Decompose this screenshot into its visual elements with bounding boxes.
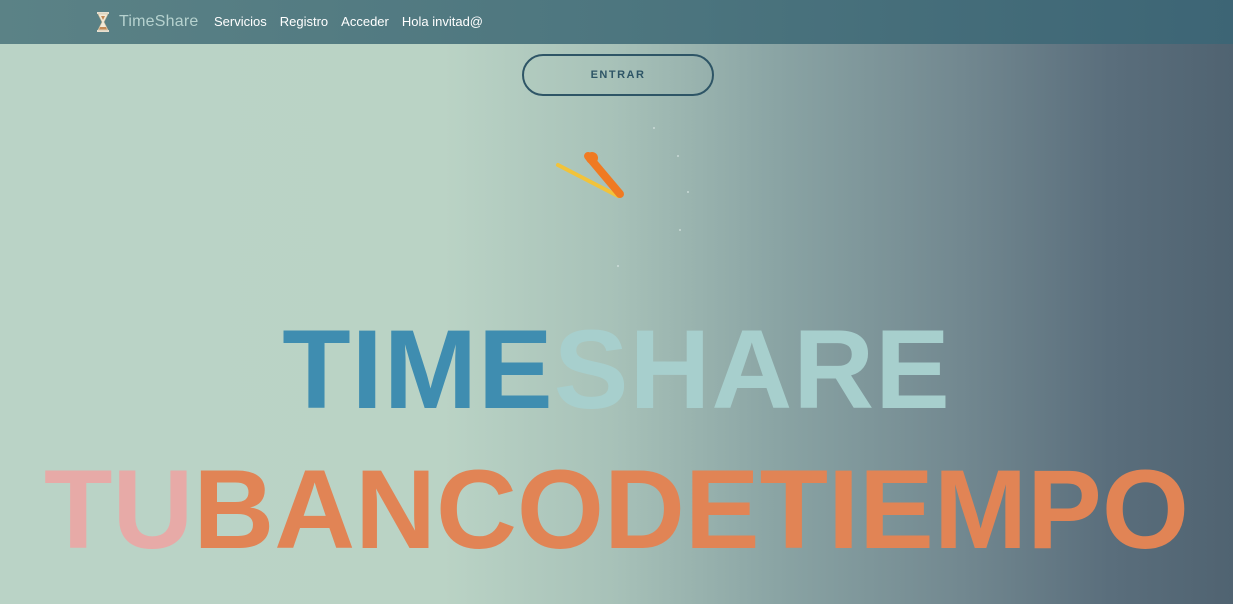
- nav-acceder[interactable]: Acceder: [341, 14, 389, 29]
- hero-title-share: SHARE: [553, 307, 951, 432]
- brand-link[interactable]: TimeShare: [96, 9, 198, 35]
- nav-links: Servicios Registro Acceder Hola invitad@: [214, 12, 483, 30]
- nav-registro[interactable]: Registro: [280, 14, 328, 29]
- shooting-star-icon: [556, 127, 689, 267]
- hero-title: TIMESHARE: [0, 314, 1233, 426]
- top-navbar: TimeShare Servicios Registro Acceder Hol…: [0, 0, 1233, 44]
- nav-servicios[interactable]: Servicios: [214, 14, 267, 29]
- enter-button[interactable]: ENTRAR: [522, 54, 714, 96]
- hourglass-icon: [97, 12, 109, 32]
- hero-subtitle-bank: BANCODETIEMPO: [193, 447, 1189, 572]
- hero-subtitle-tu: TU: [44, 447, 194, 572]
- brand-name: TimeShare: [119, 13, 199, 30]
- hero-title-time: TIME: [282, 307, 554, 432]
- hero-subtitle: TUBANCODETIEMPO: [0, 454, 1233, 566]
- user-greeting: Hola invitad@: [401, 13, 483, 29]
